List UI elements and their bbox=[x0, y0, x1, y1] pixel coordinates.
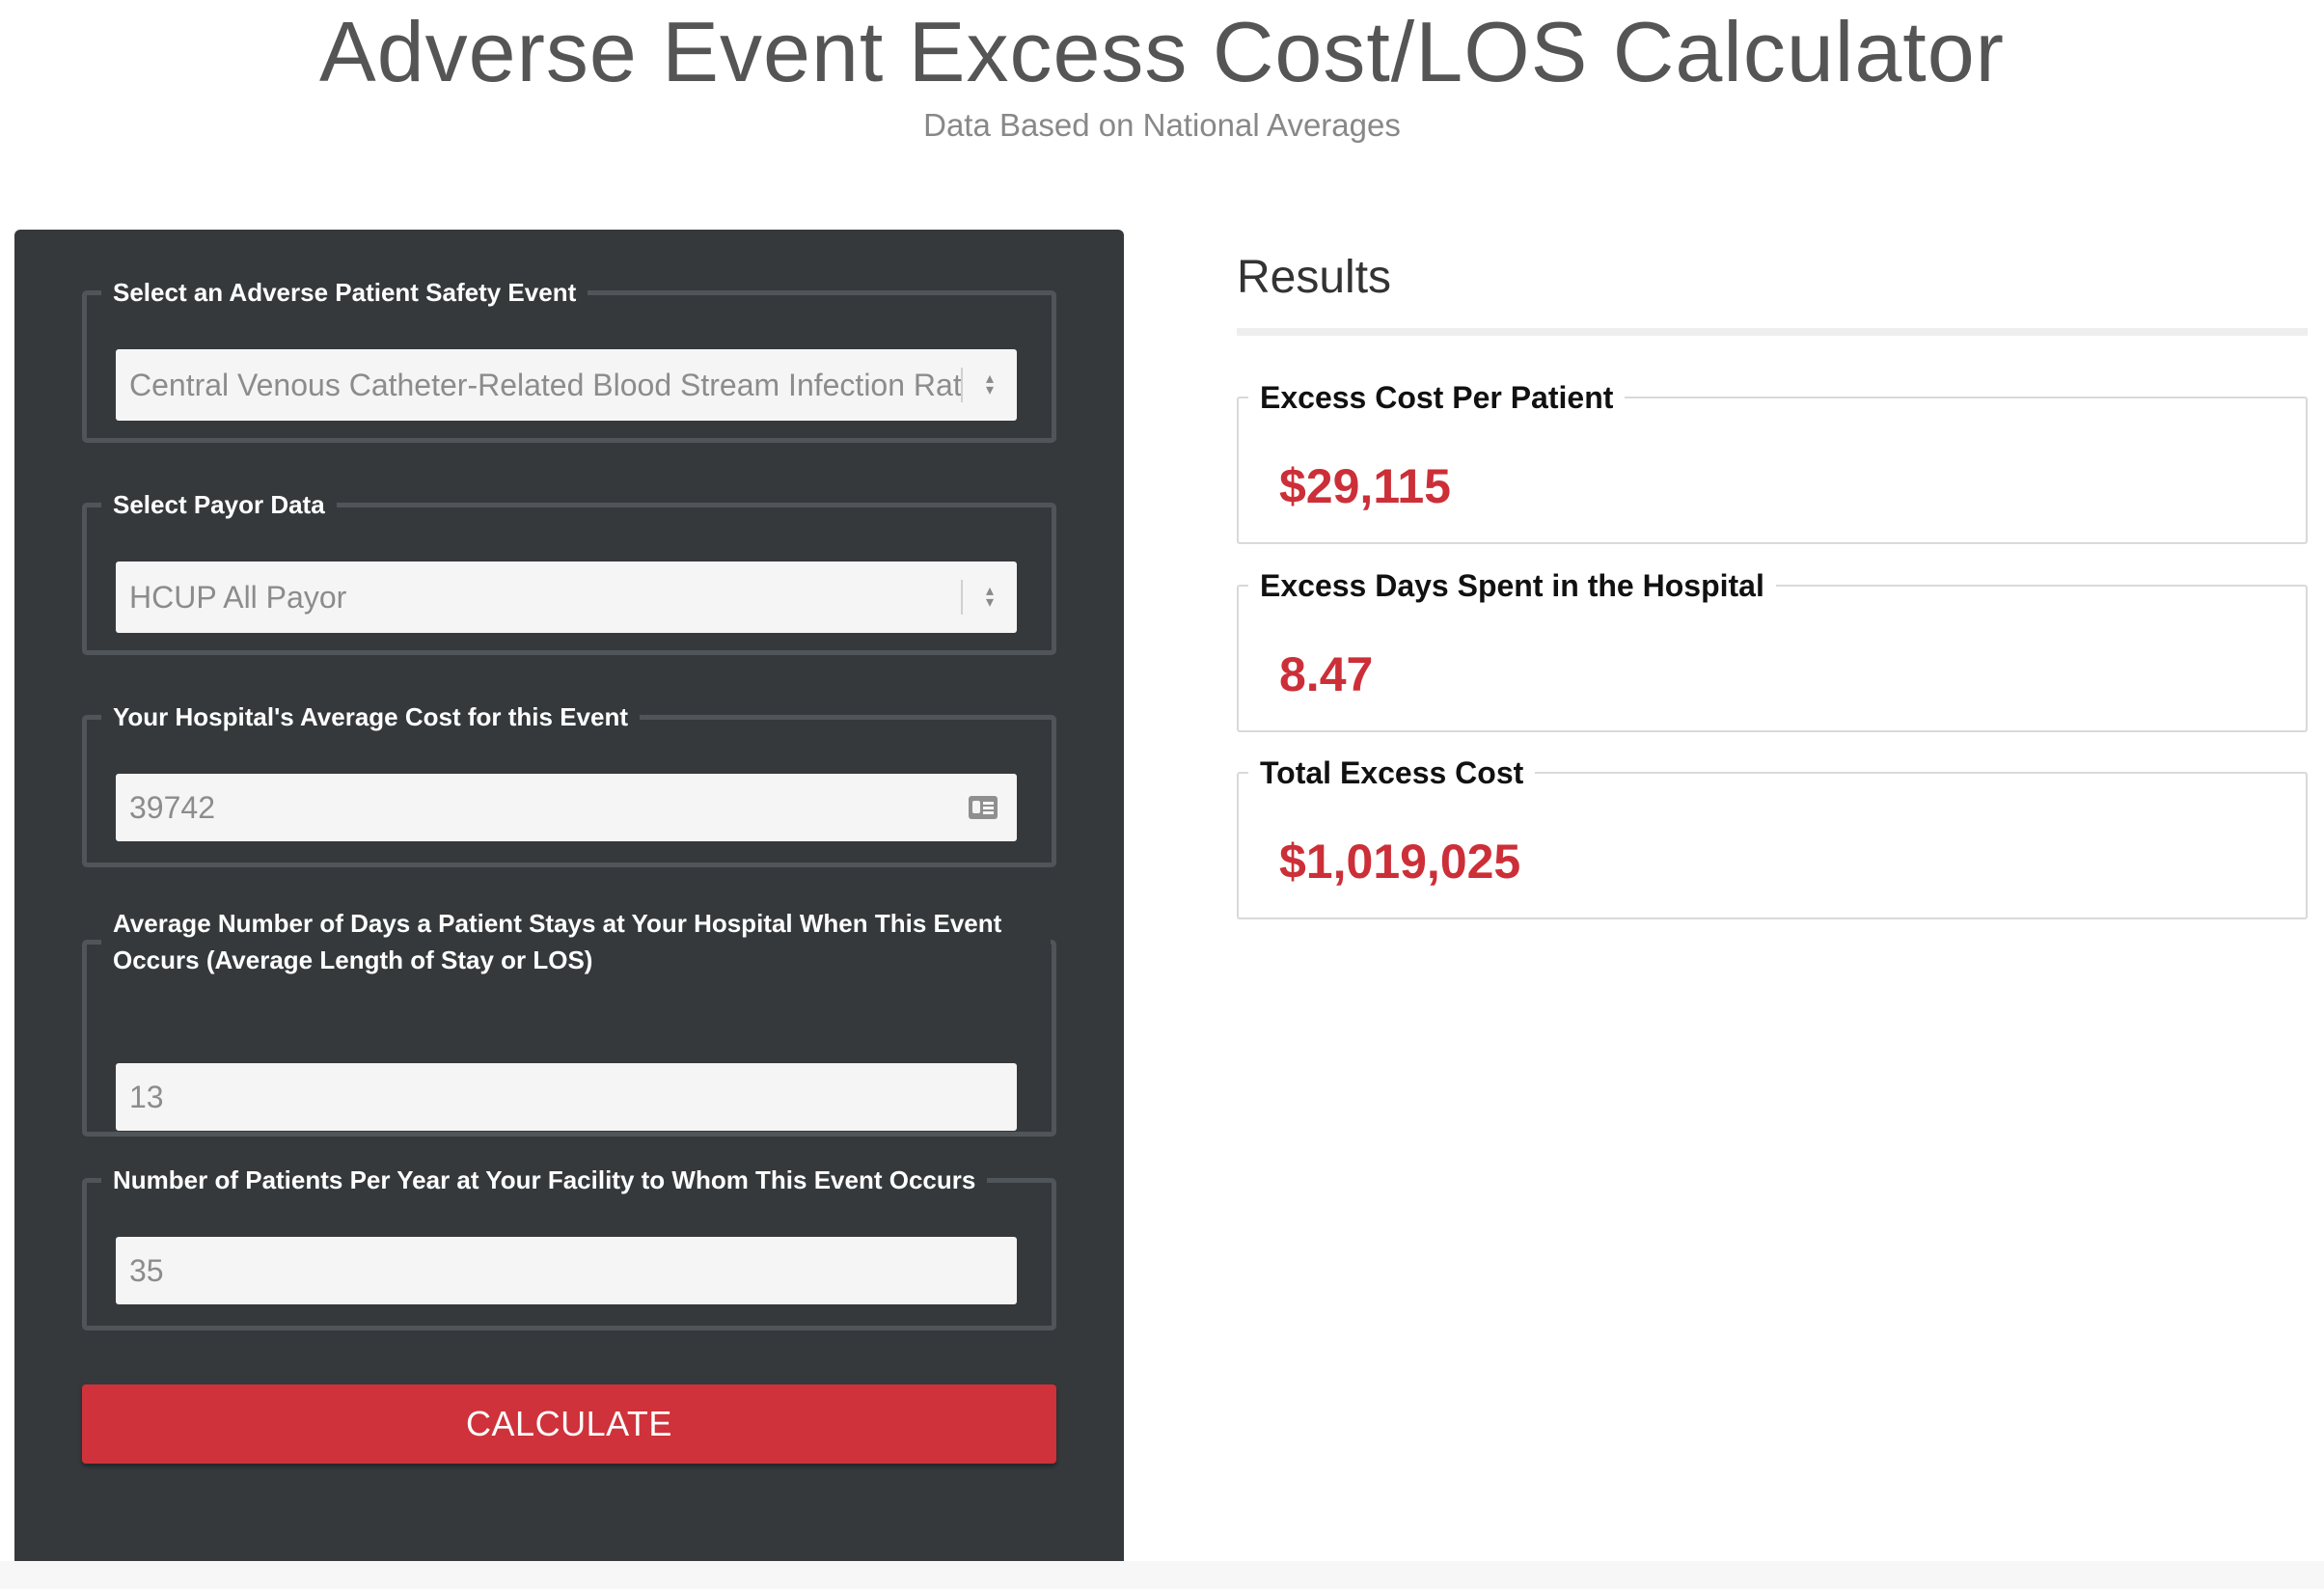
event-legend: Select an Adverse Patient Safety Event bbox=[113, 278, 577, 307]
excess-days-box: Excess Days Spent in the Hospital 8.47 bbox=[1237, 566, 2308, 732]
avg-cost-value: 39742 bbox=[129, 789, 215, 825]
calculator-panel: Select an Adverse Patient Safety Event C… bbox=[14, 230, 1124, 1571]
excess-cost-per-patient-value: $29,115 bbox=[1279, 459, 1451, 513]
avg-los-input[interactable]: 13 bbox=[116, 1063, 1017, 1131]
avg-los-legend: Average Number of Days a Patient Stays a… bbox=[113, 909, 1002, 974]
total-excess-cost-value: $1,019,025 bbox=[1279, 835, 1521, 889]
avg-cost-input[interactable]: 39742 bbox=[116, 774, 1017, 841]
avg-los-value: 13 bbox=[129, 1079, 164, 1114]
avg-cost-legend: Your Hospital's Average Cost for this Ev… bbox=[113, 702, 628, 731]
page-title: Adverse Event Excess Cost/LOS Calculator bbox=[319, 4, 2005, 99]
event-select[interactable]: Central Venous Catheter-Related Blood St… bbox=[116, 349, 1017, 421]
results-heading: Results bbox=[1237, 252, 1392, 303]
payor-select[interactable]: HCUP All Payor ▴ ▾ bbox=[116, 562, 1017, 633]
contact-card-icon bbox=[969, 796, 998, 819]
patients-per-year-value: 35 bbox=[129, 1252, 164, 1288]
payor-fieldset: Select Payor Data HCUP All Payor ▴ ▾ bbox=[82, 486, 1056, 655]
excess-days-label: Excess Days Spent in the Hospital bbox=[1260, 568, 1764, 603]
page-footer-band bbox=[0, 1561, 2324, 1589]
avg-cost-fieldset: Your Hospital's Average Cost for this Ev… bbox=[82, 699, 1056, 867]
excess-cost-per-patient-label: Excess Cost Per Patient bbox=[1260, 380, 1614, 415]
avg-los-fieldset: Average Number of Days a Patient Stays a… bbox=[82, 905, 1056, 1137]
results-divider bbox=[1237, 328, 2308, 336]
total-excess-cost-box: Total Excess Cost $1,019,025 bbox=[1237, 753, 2308, 919]
page-subtitle: Data Based on National Averages bbox=[923, 107, 1401, 143]
patients-per-year-legend: Number of Patients Per Year at Your Faci… bbox=[113, 1165, 976, 1194]
excess-cost-per-patient-box: Excess Cost Per Patient $29,115 bbox=[1237, 378, 2308, 544]
select-caret-icon: ▴ ▾ bbox=[961, 580, 1017, 615]
patients-per-year-input[interactable]: 35 bbox=[116, 1237, 1017, 1304]
payor-legend: Select Payor Data bbox=[113, 490, 325, 519]
event-fieldset: Select an Adverse Patient Safety Event C… bbox=[82, 274, 1056, 443]
total-excess-cost-label: Total Excess Cost bbox=[1260, 755, 1524, 790]
event-select-value: Central Venous Catheter-Related Blood St… bbox=[129, 367, 961, 402]
calculate-button[interactable]: CALCULATE bbox=[82, 1384, 1056, 1464]
patients-per-year-fieldset: Number of Patients Per Year at Your Faci… bbox=[82, 1162, 1056, 1330]
excess-days-value: 8.47 bbox=[1279, 647, 1374, 701]
select-caret-icon: ▴ ▾ bbox=[961, 368, 1017, 402]
payor-select-value: HCUP All Payor bbox=[129, 579, 347, 615]
